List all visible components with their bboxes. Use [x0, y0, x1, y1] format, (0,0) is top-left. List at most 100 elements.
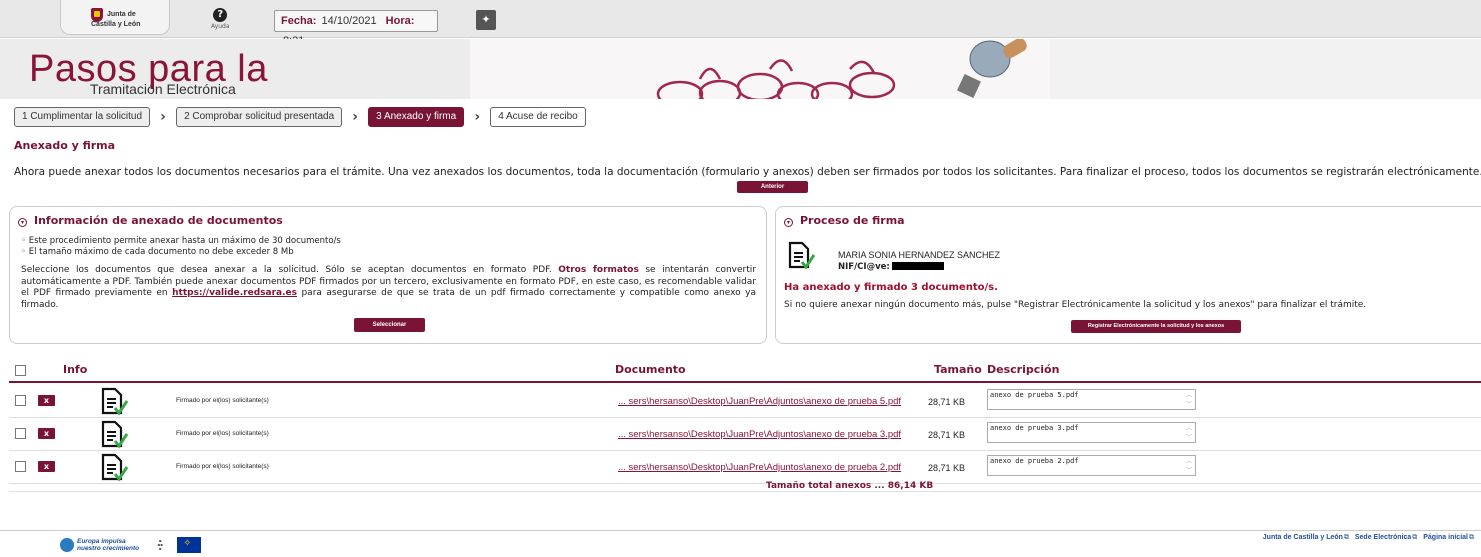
document-size: 28,71 KB: [928, 463, 966, 473]
footer-link-inicio[interactable]: Página inicial: [1423, 534, 1468, 541]
anterior-button[interactable]: Anterior: [737, 181, 808, 193]
signed-document-icon: [101, 420, 129, 449]
steps-bar: 1 Cumplimentar la solicitud › 2 Comproba…: [14, 106, 586, 128]
footer: Europa impulsanuestro crecimiento ▪▪▪▪ J…: [0, 530, 1481, 557]
signed-document-icon: [101, 453, 129, 482]
banner-decoration: [470, 39, 1050, 99]
footer-link-sede[interactable]: Sede Electrónica: [1355, 534, 1411, 541]
col-descripcion: Descripción: [987, 363, 1060, 376]
fecha-value: 14/10/2021: [321, 15, 377, 27]
select-all-checkbox[interactable]: [15, 365, 26, 376]
eu-flag-icon: [177, 537, 202, 553]
description-value: anexo de prueba 2.pdf: [990, 457, 1079, 465]
fecha-label: Fecha:: [281, 15, 317, 27]
description-field[interactable]: anexo de prueba 2.pdf ︿ ﹀: [987, 455, 1196, 476]
fondo-europeo-logo: ▪ ▪▪ ▪: [157, 538, 163, 551]
external-link-icon: ⧉: [1343, 534, 1349, 541]
description-field[interactable]: anexo de prueba 5.pdf ︿ ﹀: [987, 389, 1196, 410]
step-3[interactable]: 3 Anexado y firma: [368, 107, 465, 127]
signed-document-icon: [788, 241, 816, 270]
info-bullet-1: ◦ Este procedimiento permite anexar hast…: [21, 236, 341, 246]
col-info: Info: [63, 363, 88, 376]
hora-label: Hora:: [385, 15, 415, 27]
table-row: x Firmado por el(los) solicitante(s) ...…: [9, 385, 1481, 418]
footer-link-junta[interactable]: Junta de Castilla y León: [1263, 534, 1343, 541]
help-label: Ayuda: [211, 23, 230, 30]
chevron-right-icon: ›: [160, 109, 166, 125]
document-size: 28,71 KB: [928, 430, 966, 440]
collapse-icon: ▾: [18, 218, 27, 227]
date-time-box: Fecha: 14/10/2021 Hora: 8:21: [274, 10, 438, 47]
section-heading: Anexado y firma: [14, 139, 116, 152]
external-link-icon: ⧉: [1412, 534, 1418, 541]
row-checkbox[interactable]: [15, 461, 26, 472]
signer-nif: NIF/CI@ve:: [838, 262, 944, 272]
step-2[interactable]: 2 Comprobar solicitud presentada: [176, 107, 343, 127]
twitter-icon[interactable]: ✦: [476, 10, 496, 30]
document-link[interactable]: ... sers\hersanso\Desktop\JuanPre\Adjunt…: [618, 429, 901, 440]
delete-button[interactable]: x: [38, 461, 55, 472]
step-1[interactable]: 1 Cumplimentar la solicitud: [14, 107, 151, 127]
chevron-right-icon: ›: [474, 109, 481, 125]
firma-note: Si no quiere anexar ningún documento más…: [784, 300, 1367, 310]
signed-status: Firmado por el(los) solicitante(s): [176, 463, 269, 470]
valide-link[interactable]: https://valide.redsara.es: [172, 288, 297, 298]
document-link[interactable]: ... sers\hersanso\Desktop\JuanPre\Adjunt…: [618, 462, 901, 473]
description-value: anexo de prueba 3.pdf: [990, 424, 1079, 432]
row-checkbox[interactable]: [15, 428, 26, 439]
textarea-scroll-icon[interactable]: ︿ ﹀: [1186, 457, 1192, 475]
document-size: 28,71 KB: [928, 397, 966, 407]
firma-panel-title: Proceso de firma: [800, 214, 905, 227]
document-link[interactable]: ... sers\hersanso\Desktop\JuanPre\Adjunt…: [618, 396, 901, 407]
signed-status: Firmado por el(los) solicitante(s): [176, 397, 269, 404]
register-button[interactable]: Registrar Electrónicamente la solicitud …: [1071, 320, 1241, 333]
firma-panel-header[interactable]: ▾ Proceso de firma: [784, 214, 905, 227]
table-header: Info Documento Tamaño Descripción: [9, 363, 1481, 383]
info-paragraph: Seleccione los documentos que desea anex…: [21, 265, 756, 311]
junta-logo[interactable]: Junta de Castilla y León: [60, 0, 170, 35]
signer-name: MARIA SONIA HERNANDEZ SANCHEZ: [838, 250, 1001, 260]
textarea-scroll-icon[interactable]: ︿ ﹀: [1186, 424, 1192, 442]
eu-funding-logo: Europa impulsa nuestro crecimiento ▪ ▪▪ ▪: [60, 537, 202, 553]
info-panel-header[interactable]: ▾ Información de anexado de documentos: [18, 214, 283, 227]
info-para-a: Seleccione los documentos que desea anex…: [21, 265, 552, 275]
nif-label: NIF/CI@ve:: [838, 262, 890, 272]
eu-slogan: Europa impulsa nuestro crecimiento: [77, 538, 139, 552]
signed-document-icon: [101, 387, 129, 416]
stamp-illustration: [656, 39, 1027, 99]
help-button[interactable]: ? Ayuda: [211, 8, 230, 30]
select-button[interactable]: Seleccionar: [354, 318, 425, 332]
total-size: Tamaño total anexos ... 86,14 KB: [766, 481, 934, 491]
description-value: anexo de prueba 5.pdf: [990, 391, 1079, 399]
banner-subtitle: Tramitación Electrónica: [90, 81, 236, 97]
section-intro: Ahora puede anexar todos los documentos …: [14, 166, 1481, 178]
coat-of-arms-icon: [91, 8, 103, 22]
signed-status: Firmado por el(los) solicitante(s): [176, 430, 269, 437]
table-row: x Firmado por el(los) solicitante(s) ...…: [9, 451, 1481, 484]
firma-status: Ha anexado y firmado 3 documento/s.: [784, 282, 998, 293]
collapse-icon: ▾: [784, 218, 793, 227]
textarea-scroll-icon[interactable]: ︿ ﹀: [1186, 391, 1192, 409]
info-bullet-2: ◦ El tamaño máximo de cada documento no …: [21, 247, 294, 257]
banner: Pasos para la Tramitación Electrónica: [0, 39, 1481, 99]
delete-button[interactable]: x: [38, 395, 55, 406]
row-checkbox[interactable]: [15, 395, 26, 406]
firma-panel: ▾ Proceso de firma MARIA SONIA HERNANDEZ …: [775, 206, 1481, 344]
footer-links: Junta de Castilla y León⧉ Sede Electróni…: [1263, 534, 1478, 542]
table-row: x Firmado por el(los) solicitante(s) ...…: [9, 418, 1481, 451]
eu-slogan-2: nuestro crecimiento: [77, 545, 140, 552]
logo-text-1: Junta de: [107, 11, 136, 18]
step-4[interactable]: 4 Acuse de recibo: [490, 107, 586, 127]
delete-button[interactable]: x: [38, 428, 55, 439]
redacted-nif: [891, 262, 944, 270]
globe-icon: [60, 538, 74, 552]
info-para-bold: Otros formatos: [558, 265, 639, 275]
table-divider: [9, 491, 1481, 492]
info-panel-title: Información de anexado de documentos: [34, 214, 283, 227]
logo-text-2: Castilla y León: [91, 21, 141, 28]
col-documento: Documento: [615, 363, 686, 376]
col-tamano: Tamaño: [934, 363, 982, 376]
chevron-right-icon: ›: [352, 109, 359, 125]
description-field[interactable]: anexo de prueba 3.pdf ︿ ﹀: [987, 422, 1196, 443]
eu-slogan-1: Europa impulsa: [77, 538, 126, 545]
